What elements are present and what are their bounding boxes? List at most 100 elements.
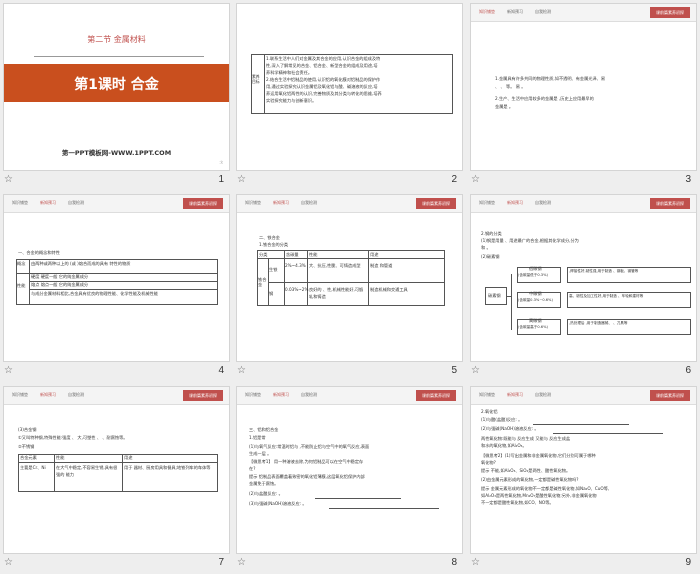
col-header: 分类 [259,252,268,257]
cell-text: 用于 器材、厨房用具和餐具;地铁列车的车体等 [124,465,211,470]
slide-thumbnail-1[interactable]: 第二节 金属材料 第1课时 合金 第一PPT模板网-WWW.1PPT.COM ℛ… [0,0,233,191]
objective-line: 养运用氧化铝两性的认识,完善物质及其分类与转化的思维,培养 [266,91,382,96]
branch-desc: 高、韧性及加工性好,用于制造 、车轮和建材等 [569,294,644,298]
section-ribbon: 课前篇素养初探 [650,198,690,209]
slide-thumbnail-7[interactable]: 知识铺垫 新知预习 自我检测 课前篇素养初探 (3)合金钢 ①又叫特种钢,特殊性… [0,383,233,574]
tab-label: 自我检测 [301,392,317,397]
content-line: 氧化物? [481,460,496,465]
row-label: 概念 [17,261,26,266]
slide-number: 6 [685,365,691,376]
tab-label: 知识铺垫 [12,392,28,397]
answer-blank [553,433,663,434]
star-icon[interactable]: ☆ [4,365,13,376]
branch-range: (含碳量高于0.6%) [518,325,548,329]
divider [54,454,55,492]
content-line: 和水的氧化物,如Al₂O₃。 [481,443,527,448]
content-line: (2)由金属元素形成的氧化物,一定都是碱性氧化物吗? [481,477,579,482]
slide-thumbnail-9[interactable]: 知识铺垫 新知预习 自我检测 课前篇素养初探 2.氧化铝 (1)与酸(盐酸)反应… [467,383,700,574]
slide-number: 5 [451,365,457,376]
tab-label: 知识铺垫 [479,392,495,397]
content-line: 、 、 等。 易 。 [495,84,526,89]
tab-label: 自我检测 [68,200,84,205]
root-label: 碳素钢 [488,293,501,298]
tab-label: 新知预习 [40,392,56,397]
star-icon[interactable]: ☆ [471,557,480,568]
cell-text: 制造 和管道 [370,263,393,268]
slide-header: 知识铺垫 新知预习 自我检测 课前篇素养初探 [237,387,462,405]
slide-preview: 素养目标 1.联系生活中人们对金属及其合金的应用,认识合金的组成及特 性,深入了… [236,3,463,171]
divider [18,462,218,463]
star-icon[interactable]: ☆ [237,174,246,185]
star-icon[interactable]: ☆ [471,365,480,376]
branch-desc: ,热处理后 ,用于制造器械、 、刀具等 [569,321,628,325]
slide-thumbnail-3[interactable]: 知识铺垫 新知预习 自我检测 课前篇素养初探 1.金属具有许多共同的物理性质,如… [467,0,700,191]
cell-text: 2%~4.3% [285,263,306,268]
branch-range: (含碳量0.3%~0.6%) [518,298,553,302]
tab-label: 自我检测 [535,392,551,397]
bracket [511,274,512,330]
star-icon[interactable]: ☆ [4,174,13,185]
branch-range: (含碳量低于0.3%) [518,273,548,277]
star-icon[interactable]: ☆ [237,365,246,376]
tab-label: 新知预习 [40,200,56,205]
slide-preview: 知识铺垫 新知预习 自我检测 课前篇素养初探 (3)合金钢 ①又叫特种钢,特殊性… [3,386,230,554]
slide-preview: 知识铺垫 新知预习 自我检测 课前篇素养初探 三、铝和铝合金 1.铝是常 (1)… [236,386,463,554]
row-text: 与成分金属材料相比,合金具有优良的物理性能、化学性能及机械性能 [31,291,158,296]
tab-label: 自我检测 [535,200,551,205]
heading: 二、铁合金 [259,235,280,240]
row-text: 熔点 熔点一般 它的纯金属成分 [31,282,89,287]
slide-header: 知识铺垫 新知预习 自我检测 课前篇素养初探 [237,195,462,213]
tab-label: 自我检测 [535,9,551,14]
star-icon[interactable]: ☆ [4,557,13,568]
star-icon[interactable]: ☆ [237,557,246,568]
tab-label: 知识铺垫 [479,200,495,205]
tab-label: 新知预习 [507,9,523,14]
divider [29,259,30,305]
section-ribbon: 课前篇素养初探 [183,198,223,209]
answer-blank [329,508,439,509]
slide-header: 知识铺垫 新知预习 自我检测 课前篇素养初探 [4,195,229,213]
section-ribbon: 课前篇素养初探 [183,390,223,401]
slide-preview: 第二节 金属材料 第1课时 合金 第一PPT模板网-WWW.1PPT.COM ℛ [3,3,230,171]
content-line: 两性氧化物:既能与 反应生成 又能与 反应生成盐 [481,436,571,441]
slide-thumbnail-8[interactable]: 知识铺垫 新知预习 自我检测 课前篇素养初探 三、铝和铝合金 1.铝是常 (1)… [233,383,466,574]
slide-thumbnail-4[interactable]: 知识铺垫 新知预习 自我检测 课前篇素养初探 一、合金的概念和特性 概念 由两种… [0,191,233,382]
tab-label: 新知预习 [507,200,523,205]
content-line: ①又叫特种钢,特殊性能:强度 、 大,可塑性 、 、耐腐蚀等。 [18,435,128,440]
hint-line: 提示 不能,如Al₂O₃、SiO₂是两性、酸性氧化物。 [481,468,571,473]
cell-text: 在大气中稳定,不容易生锈,具有很强的 能力 [56,465,118,477]
content-line: 和 。 [481,245,491,250]
cell-text: 制造机械和交通工具 [370,287,408,292]
tab-label: 新知预习 [507,392,523,397]
slide-preview: 知识铺垫 新知预习 自我检测 课前篇素养初探 2.钢的分类 (1)钢是用量 、用… [470,194,697,362]
star-icon[interactable]: ☆ [471,174,480,185]
objective-line: 用,通过实验探究认识金属铝及氧化铝与酸、碱溶液的反应,培 [266,84,378,89]
slide-thumbnail-2[interactable]: 素养目标 1.联系生活中人们对金属及其合金的应用,认识合金的组成及特 性,深入了… [233,0,466,191]
content-line: 在? [249,466,256,471]
content-line: 2.氧化铝 [481,409,498,414]
content-line: 【微思考1】 用一种溶液去除,为何铝制品可以在空气中稳定存 [249,459,364,464]
content-line: (1)钢是用量 、用途最广的合金,根据其化学成分,分为 [481,238,579,243]
divider [268,282,445,283]
tab-label: 知识铺垫 [12,200,28,205]
subheading: 1.铁合金的分类 [259,242,289,247]
row-text: 由两种或两种以上的 (或 )熔合而成的具有 特性的物质 [31,261,131,266]
slide-number: 7 [218,557,224,568]
brand-text: 第一PPT模板网-WWW.1PPT.COM [61,149,172,157]
slide-header: 知识铺垫 新知预习 自我检测 课前篇素养初探 [4,387,229,405]
hint-line: 提示 金属元素形成的氧化物不一定都是碱性氧化物,如Na₂O、CuO等, [481,486,610,491]
slide-preview: 知识铺垫 新知预习 自我检测 课前篇素养初探 一、合金的概念和特性 概念 由两种… [3,194,230,362]
col-header: 含碳量 [286,252,299,257]
tab-label: 新知预习 [273,200,289,205]
col-header: 合金元素 [20,455,37,460]
slide-number: 9 [685,557,691,568]
slide-number: 1 [218,174,224,185]
content-line: (2)碳素钢 [481,254,500,259]
tab-label: 知识铺垫 [245,200,261,205]
heading: 一、合金的概念和特性 [18,250,60,255]
slide-thumbnail-6[interactable]: 知识铺垫 新知预习 自我检测 课前篇素养初探 2.钢的分类 (1)钢是用量 、用… [467,191,700,382]
cell-text: 大、抗压,性脆、可铸造成型 [309,263,361,268]
slide-header: 知识铺垫 新知预习 自我检测 课前篇素养初探 [471,4,696,22]
content-line: 2.钢的分类 [481,231,502,236]
slide-thumbnail-5[interactable]: 知识铺垫 新知预习 自我检测 课前篇素养初探 二、铁合金 1.铁合金的分类 分类… [233,191,466,382]
